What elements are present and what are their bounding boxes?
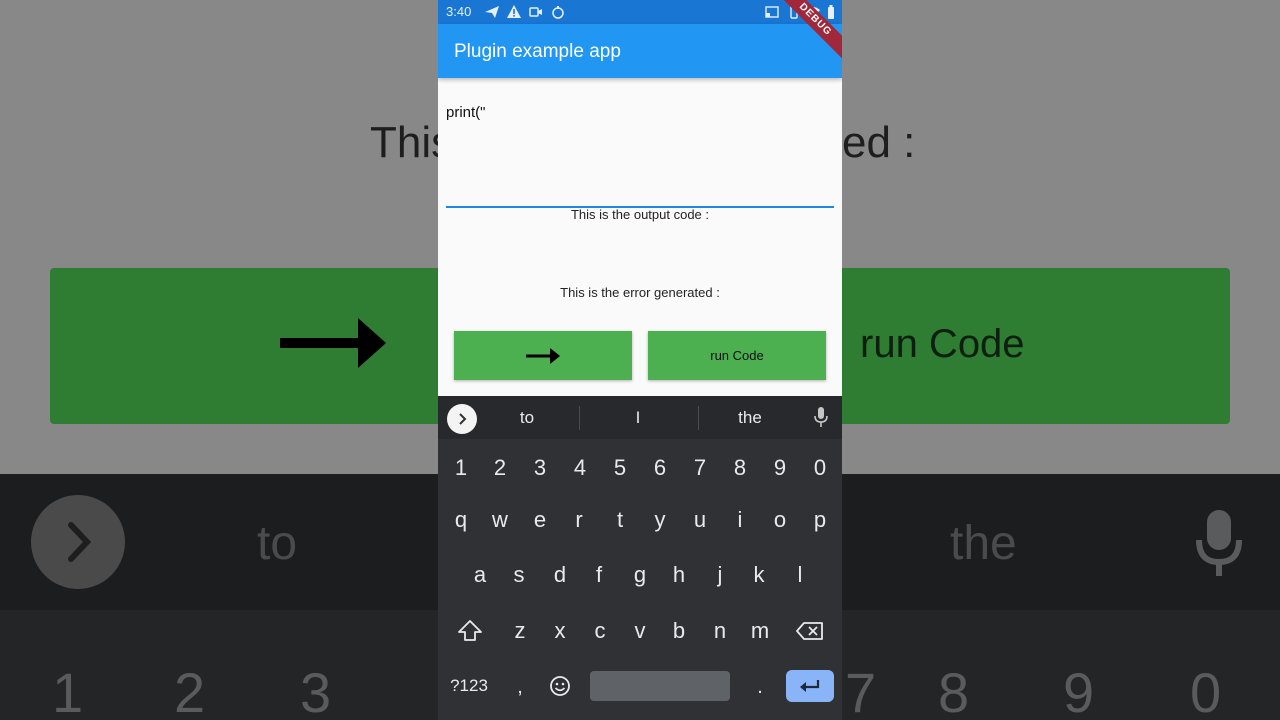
backspace-icon: [796, 622, 823, 640]
enter-key[interactable]: [786, 670, 834, 702]
code-input-value: print(": [446, 104, 486, 121]
key-v[interactable]: v: [620, 609, 660, 653]
suggestion-the[interactable]: the: [710, 408, 790, 428]
key-p[interactable]: p: [800, 498, 840, 542]
expand-suggestions-button[interactable]: [447, 404, 477, 434]
key-e[interactable]: e: [520, 498, 560, 542]
space-key[interactable]: [590, 671, 730, 701]
key-4[interactable]: 4: [560, 446, 600, 490]
backdrop-digit-0: 0: [1190, 661, 1222, 720]
key-s[interactable]: s: [499, 553, 539, 597]
backdrop-digit-7: 7: [845, 661, 877, 720]
key-0[interactable]: 0: [800, 446, 840, 490]
key-z[interactable]: z: [500, 609, 540, 653]
suggestion-to[interactable]: to: [487, 408, 567, 428]
chevron-right-icon: [459, 413, 467, 425]
warning-icon: [507, 5, 521, 18]
key-2[interactable]: 2: [480, 446, 520, 490]
key-w[interactable]: w: [480, 498, 520, 542]
suggestion-divider: [579, 406, 580, 430]
emoji-icon: [550, 676, 570, 696]
status-bar: 3:40: [438, 0, 842, 24]
run-code-button[interactable]: run Code: [648, 331, 826, 380]
backspace-key[interactable]: [795, 621, 825, 643]
key-n[interactable]: n: [700, 609, 740, 653]
symbols-key[interactable]: ?123: [444, 676, 494, 696]
android-debug-icon: [552, 6, 564, 19]
backdrop-digit-2: 2: [174, 661, 206, 720]
key-5[interactable]: 5: [600, 446, 640, 490]
key-q[interactable]: q: [441, 498, 481, 542]
output-label: This is the output code :: [570, 207, 710, 222]
suggestion-bar: to I the: [438, 396, 842, 439]
error-label: This is the error generated :: [560, 285, 720, 300]
key-d[interactable]: d: [540, 553, 580, 597]
app-title: Plugin example app: [454, 41, 621, 62]
video-icon: [529, 7, 542, 17]
key-1[interactable]: 1: [441, 446, 481, 490]
key-7[interactable]: 7: [680, 446, 720, 490]
key-k[interactable]: k: [739, 553, 779, 597]
key-j[interactable]: j: [700, 553, 740, 597]
code-input[interactable]: print(": [446, 96, 834, 208]
backdrop-suggestion-to: to: [257, 517, 298, 570]
key-o[interactable]: o: [760, 498, 800, 542]
soft-keyboard: to I the 1 2 3 4 5 6 7 8 9 0 q w e r t y…: [438, 396, 842, 720]
cast-icon: [765, 6, 779, 18]
key-m[interactable]: m: [740, 609, 780, 653]
shift-key[interactable]: [456, 619, 484, 645]
status-time: 3:40: [446, 4, 472, 19]
mic-icon[interactable]: [814, 407, 828, 427]
suggestion-divider: [698, 406, 699, 430]
key-y[interactable]: y: [640, 498, 680, 542]
key-u[interactable]: u: [680, 498, 720, 542]
key-l[interactable]: l: [780, 553, 820, 597]
period-key[interactable]: .: [750, 676, 770, 699]
key-f[interactable]: f: [579, 553, 619, 597]
key-h[interactable]: h: [659, 553, 699, 597]
app-bar: Plugin example app: [438, 24, 842, 78]
emoji-key[interactable]: [548, 675, 572, 699]
key-9[interactable]: 9: [760, 446, 800, 490]
comma-key[interactable]: ,: [510, 676, 530, 699]
key-8[interactable]: 8: [720, 446, 760, 490]
backdrop-suggestion-the: the: [950, 517, 1017, 570]
key-i[interactable]: i: [720, 498, 760, 542]
shift-icon: [458, 620, 482, 641]
backdrop-digit-3: 3: [300, 661, 332, 720]
send-icon: [485, 6, 499, 18]
arrow-right-icon: [526, 347, 560, 364]
backdrop-text-right: ed :: [842, 118, 916, 167]
backdrop-arrow-icon: [280, 318, 386, 368]
enter-icon: [800, 680, 820, 692]
key-b[interactable]: b: [659, 609, 699, 653]
key-c[interactable]: c: [580, 609, 620, 653]
suggestion-i[interactable]: I: [598, 408, 678, 428]
arrow-button[interactable]: [454, 331, 632, 380]
phone-screen: 3:40 Plugin example app DEBUG print(" Th…: [438, 0, 842, 720]
battery-icon: [828, 5, 834, 19]
key-6[interactable]: 6: [640, 446, 680, 490]
backdrop-digit-8: 8: [938, 661, 970, 720]
backdrop-chevron-icon: [31, 495, 125, 589]
backdrop-digit-1: 1: [52, 661, 84, 720]
key-x[interactable]: x: [540, 609, 580, 653]
backdrop-digit-9: 9: [1063, 661, 1095, 720]
key-a[interactable]: a: [460, 553, 500, 597]
backdrop-run-label: run Code: [860, 322, 1025, 366]
key-3[interactable]: 3: [520, 446, 560, 490]
backdrop-mic-icon: [1196, 510, 1242, 576]
key-t[interactable]: t: [600, 498, 640, 542]
key-r[interactable]: r: [559, 498, 599, 542]
key-g[interactable]: g: [620, 553, 660, 597]
